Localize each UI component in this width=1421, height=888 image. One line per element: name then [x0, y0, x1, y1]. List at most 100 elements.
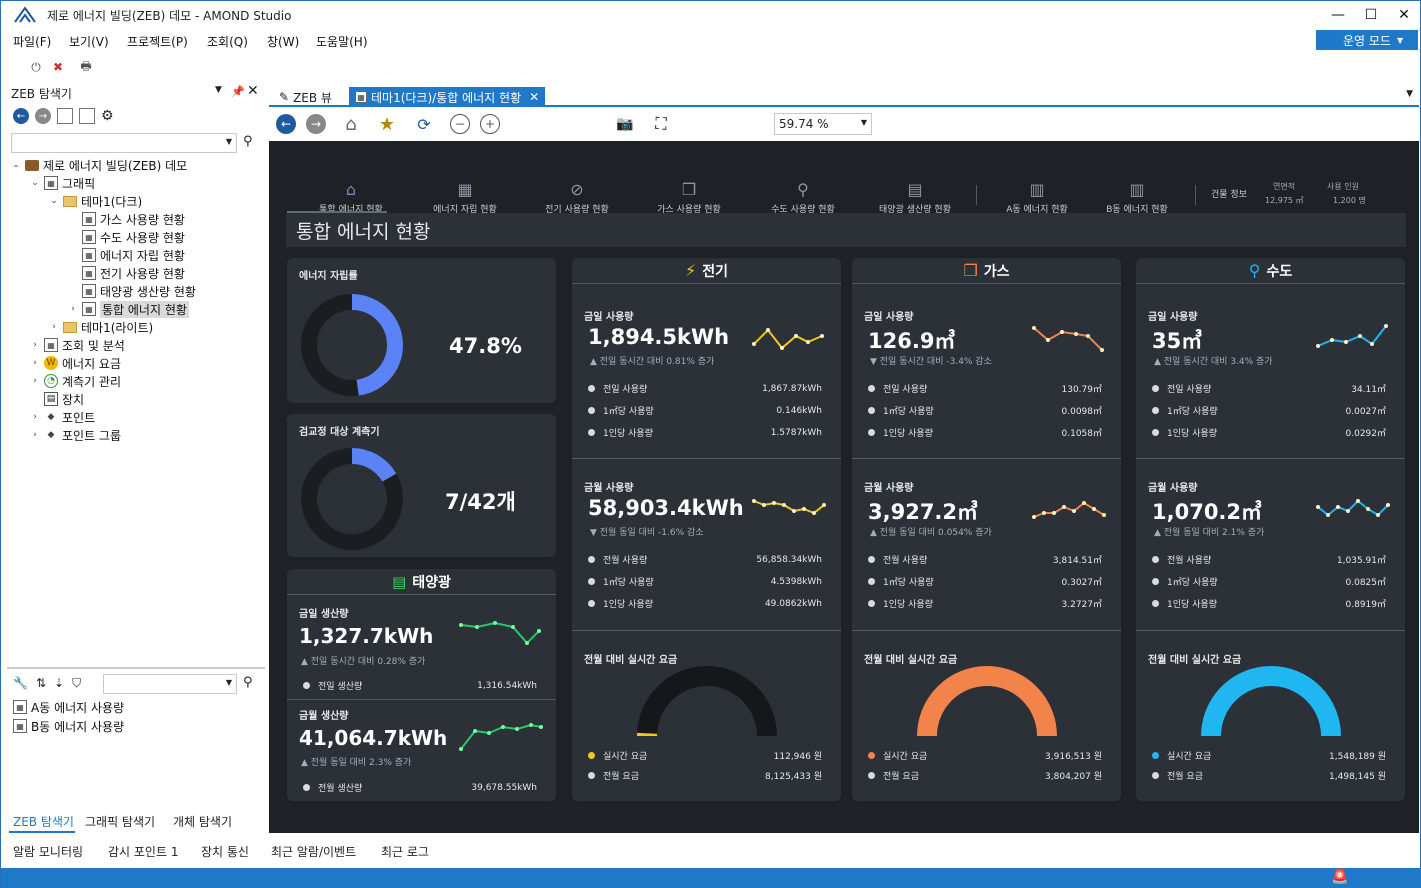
copy-icon[interactable] [57, 108, 73, 124]
row-label: 1㎡당 사용량 [603, 578, 654, 588]
sort-icon[interactable]: ⇅ [36, 676, 46, 691]
panel-splitter[interactable] [7, 667, 265, 669]
tree-item[interactable]: ⌄ 테마1(다크) [49, 192, 142, 210]
close-button[interactable]: ✕ [1387, 3, 1421, 27]
tab-device-comm[interactable]: 장치 통신 [201, 843, 249, 860]
tab-dashboard[interactable]: ▦ 테마1(다크)/통합 에너지 현황 ✕ [349, 87, 546, 107]
sort-az-icon[interactable]: ⇣ [54, 676, 64, 691]
tree-item[interactable]: ⌄ ▦ 그래픽 [30, 174, 95, 192]
menu-help[interactable]: 도움말(H) [316, 33, 368, 50]
alarm-light-icon[interactable]: 🚨 [1331, 869, 1348, 885]
back-icon[interactable]: ← [13, 108, 29, 124]
tab-graphic-explorer[interactable]: 그래픽 탐색기 [85, 813, 155, 830]
dashboard-nav-item[interactable]: ▥ B동 에너지 현황 [1087, 173, 1187, 215]
menu-window[interactable]: 창(W) [267, 33, 299, 50]
zoom-in-button[interactable]: + [478, 112, 502, 136]
title-bar: 제로 에너지 빌딩(ZEB) 데모 - AMOND Studio — ☐ ✕ [1, 1, 1420, 29]
tree-item[interactable]: ▦ 전기 사용량 현황 [68, 264, 185, 282]
pin-icon[interactable]: 📌 [231, 85, 245, 98]
dashboard-nav-item[interactable]: ▤ 태양광 생산량 현황 [865, 173, 965, 215]
tree-item[interactable]: ▦ 에너지 자립 현황 [68, 246, 185, 264]
capture-icon[interactable]: 📷 [613, 112, 637, 136]
maximize-button[interactable]: ☐ [1354, 3, 1388, 27]
minimize-button[interactable]: — [1321, 3, 1355, 27]
tree-item[interactable]: › W 에너지 요금 [30, 354, 121, 372]
chevron-down-icon[interactable]: ▼ [226, 678, 232, 687]
list-item[interactable]: ▦ A동 에너지 사용량 [13, 698, 124, 716]
menu-file[interactable]: 파일(F) [13, 33, 51, 50]
tab-object-explorer[interactable]: 개체 탐색기 [173, 813, 232, 830]
home-icon[interactable]: ⌂ [339, 112, 363, 136]
row-label: 실시간 요금 [1167, 752, 1212, 762]
explorer-search-input[interactable]: ▼ [11, 133, 237, 153]
menu-project[interactable]: 프로젝트(P) [127, 33, 188, 50]
search-icon[interactable]: ⚲ [243, 134, 253, 149]
dashboard-nav-item[interactable]: ▦ 에너지 자립 현황 [415, 173, 515, 215]
dashboard-nav-item[interactable]: ⌂ 통합 에너지 현황 [301, 173, 401, 215]
tab-zeb-explorer[interactable]: ZEB 탐색기 [13, 813, 74, 830]
tab-recent-alarm[interactable]: 최근 알람/이벤트 [271, 843, 356, 860]
disconnect-icon[interactable]: ✖ [49, 58, 67, 76]
gas-card: ❒ 가스 금일 사용량 126.9㎥ ▼ 전일 동시간 대비 -3.4% 감소 전일 사용… [852, 258, 1121, 801]
zoom-out-button[interactable]: − [448, 112, 472, 136]
expand-icon[interactable]: ⌄ [30, 178, 40, 188]
tree-item[interactable]: ▦ 태양광 생산량 현황 [68, 282, 196, 300]
tab-watch-point[interactable]: 감시 포인트 1 [108, 843, 178, 860]
tree-item[interactable]: ▤ 장치 [30, 390, 84, 408]
operation-mode-button[interactable]: 👤 운영 모드 ▼ [1316, 30, 1418, 50]
back-button[interactable]: ← [274, 112, 298, 136]
tab-close-icon[interactable]: ✕ [529, 90, 539, 104]
forward-icon[interactable]: → [35, 108, 51, 124]
tree-item[interactable]: ▦ 수도 사용량 현황 [68, 228, 185, 246]
collapse-icon[interactable] [79, 108, 95, 124]
collapse-arrow-icon[interactable]: › [30, 358, 40, 368]
menu-query[interactable]: 조회(Q) [207, 33, 248, 50]
collapse-arrow-icon[interactable]: › [68, 304, 78, 314]
search-icon[interactable]: ⚲ [243, 675, 253, 690]
gas-header: ❒ 가스 [852, 258, 1121, 284]
tree-item[interactable]: › ◆ 포인트 그룹 [30, 426, 121, 444]
collapse-arrow-icon[interactable]: › [30, 430, 40, 440]
fullscreen-icon[interactable]: ⛶ [649, 112, 673, 136]
connect-icon[interactable]: ⏻ [27, 58, 45, 76]
dashboard-nav-item[interactable]: ❒ 가스 사용량 현황 [639, 173, 739, 215]
forward-button[interactable]: → [304, 112, 328, 136]
tree-item[interactable]: › ◔ 계측기 관리 [30, 372, 121, 390]
collapse-arrow-icon[interactable]: › [30, 340, 40, 350]
settings-gear-icon[interactable]: ⚙ [101, 108, 117, 124]
tabs-dropdown-icon[interactable]: ▼ [1406, 89, 1413, 99]
calibration-donut [301, 448, 403, 550]
filter-icon[interactable]: ⛉ [72, 676, 81, 691]
lower-search-input[interactable]: ▼ [103, 674, 237, 694]
collapse-arrow-icon[interactable]: › [30, 376, 40, 386]
tree-item[interactable]: ▦ 가스 사용량 현황 [68, 210, 185, 228]
print-icon[interactable]: 🖶 [77, 58, 95, 76]
tab-zeb-view[interactable]: ✎ ZEB 뷰 [273, 87, 338, 107]
panel-close-icon[interactable]: ✕ [247, 83, 259, 99]
graphic-icon: ▦ [44, 176, 58, 190]
water-title: 수도 [1266, 263, 1293, 280]
collapse-arrow-icon[interactable]: › [49, 322, 59, 332]
wrench-icon[interactable]: 🔧 [13, 676, 28, 691]
zoom-select[interactable]: 59.74 % ▼ [774, 113, 872, 135]
tree-item[interactable]: › ▦ 통합 에너지 현황 [68, 300, 189, 318]
dashboard-nav-item[interactable]: ⚲ 수도 사용량 현황 [753, 173, 853, 215]
dashboard-nav-item[interactable]: ⊘ 전기 사용량 현황 [527, 173, 627, 215]
coin-icon: W [44, 356, 58, 370]
tree-item[interactable]: › ◆ 포인트 [30, 408, 95, 426]
favorite-star-icon[interactable]: ★ [375, 112, 399, 136]
expand-icon[interactable]: ⌄ [49, 196, 59, 206]
refresh-icon[interactable]: ⟳ [412, 112, 436, 136]
dashboard-nav-item[interactable]: ▥ A동 에너지 현황 [987, 173, 1087, 215]
list-item[interactable]: ▦ B동 에너지 사용량 [13, 717, 124, 735]
tab-recent-log[interactable]: 최근 로그 [381, 843, 429, 860]
panel-menu-icon[interactable]: ▼ [215, 85, 222, 95]
expand-icon[interactable]: ⌄ [11, 160, 21, 170]
collapse-arrow-icon[interactable]: › [30, 412, 40, 422]
tree-item[interactable]: › ▦ 조회 및 분석 [30, 336, 125, 354]
tree-item[interactable]: ⌄ 제로 에너지 빌딩(ZEB) 데모 [11, 156, 187, 174]
tab-alarm-monitoring[interactable]: 알람 모니터링 [13, 843, 83, 860]
tree-item[interactable]: › 테마1(라이트) [49, 318, 153, 336]
menu-view[interactable]: 보기(V) [69, 33, 109, 50]
chevron-down-icon[interactable]: ▼ [226, 137, 232, 146]
